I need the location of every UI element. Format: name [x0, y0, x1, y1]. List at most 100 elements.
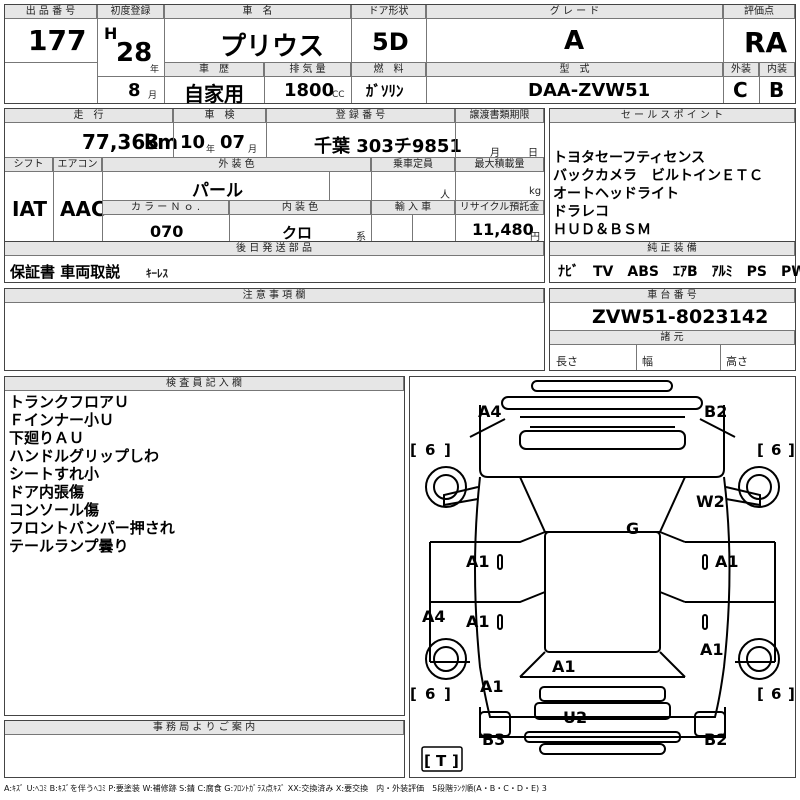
capacity-unit: 人	[440, 190, 450, 201]
mark-b2-top: B2	[704, 402, 727, 421]
inspector-line: シートすれ小	[9, 465, 100, 483]
mark-b3: B3	[482, 730, 505, 749]
office-label: 事 務 局 よ り ご 案 内	[5, 721, 404, 735]
spec-label: 諸 元	[550, 331, 795, 345]
exterior-score: C	[733, 78, 748, 102]
inspector-label: 検 査 員 記 入 欄	[5, 377, 404, 391]
reg-month: 8	[128, 80, 141, 101]
sales-line: ＨＵＤ＆ＢＳＭ	[553, 222, 651, 238]
score: RA	[744, 26, 788, 59]
displacement: 1800	[284, 80, 335, 101]
import-label: 輸 入 車	[372, 201, 455, 215]
color-label: 外 装 色	[103, 158, 371, 172]
colorno: 070	[150, 222, 184, 241]
score-label: 評価点	[724, 5, 795, 19]
later-parts-label: 後 日 発 送 部 品	[5, 242, 544, 256]
recycle-label: リサイクル預託金	[456, 201, 544, 215]
spare-bracket-close: ]	[452, 752, 459, 770]
mark-a4-left: A4	[422, 607, 446, 626]
interior-score: B	[769, 78, 785, 102]
insp-month-unit: 月	[248, 145, 258, 155]
reg-year: 28	[116, 38, 153, 68]
history: 自家用	[184, 82, 244, 106]
tire-rf: 6	[771, 441, 781, 459]
mark-g: G	[626, 519, 639, 538]
sales-line: トヨタセーフティセンス	[553, 150, 706, 166]
first-reg-label: 初度登録	[98, 5, 164, 19]
inspector-line: ハンドルグリップしわ	[9, 447, 160, 465]
tire-rr: 6	[771, 685, 781, 703]
inspector-list: トランクフロアＵ Ｆインナー小Ｕ 下廻りＡＵ ハンドルグリップしわ シートすれ小…	[9, 393, 175, 555]
displacement-label: 排 気 量	[265, 63, 351, 77]
notes-label: 注 意 事 項 欄	[5, 289, 544, 303]
sales-label: セ ー ル ス ポ イ ン ト	[550, 109, 795, 123]
spec-length: 長さ	[556, 355, 578, 368]
intcolor-label: 内 装 色	[230, 201, 371, 215]
fuel: ｶﾞｿﾘﾝ	[366, 82, 404, 100]
chassis-label: 車 台 番 号	[550, 289, 795, 303]
inspector-line: ドア内張傷	[9, 483, 85, 501]
model-label: 型 式	[427, 63, 723, 77]
colorno-label: カ ラ ー Ｎ ｏ .	[103, 201, 229, 215]
tire-lr: 6	[425, 685, 435, 703]
door: 5D	[372, 28, 409, 56]
intcolor: クロ	[282, 224, 313, 242]
transfer-label: 譲渡書類期限	[456, 109, 544, 123]
later-parts-small: ｷｰﾚｽ	[146, 267, 168, 280]
car-name: プリウス	[220, 32, 325, 62]
damage-diagram: A4 B2 W2 G A1 A1 A4 A1 A1 A1 A1 U2 B3 B2…	[409, 376, 796, 778]
inspector-line: フロントバンパー押され	[9, 519, 175, 537]
inspector-line: トランクフロアＵ	[9, 393, 130, 411]
mark-w2: W2	[696, 492, 725, 511]
mark-a1-right-upper: A1	[715, 552, 739, 571]
legend-text: A:ｷｽﾞ U:ﾍｺﾐ B:ｷｽﾞを伴うﾍｺﾐ P:要塗装 W:補修跡 S:錆 …	[4, 784, 547, 793]
tire-rr-bracket-close: ]	[788, 685, 795, 703]
mark-b2-bottom: B2	[704, 730, 727, 749]
mark-u2: U2	[563, 708, 587, 727]
tire-lf: 6	[425, 441, 435, 459]
later-parts-items: 保証書 車両取説	[10, 263, 121, 281]
capacity-label: 乗車定員	[372, 158, 455, 172]
sales-line: バックカメラ ビルトインＥＴＣ	[553, 168, 763, 184]
grade: A	[564, 26, 585, 56]
recycle: 11,480	[472, 220, 534, 239]
equipment-label: 純 正 装 備	[550, 242, 795, 256]
spec-height: 高さ	[726, 355, 748, 368]
detail-section	[4, 108, 545, 242]
chassis-number: ZVW51-8023142	[592, 306, 769, 328]
sales-line: ドラレコ	[553, 204, 609, 220]
color: パール	[192, 181, 243, 201]
tire-rf-bracket: [	[757, 441, 764, 459]
mark-a1-right-lower: A1	[700, 640, 724, 659]
spec-width: 幅	[642, 355, 653, 368]
plate: 千葉 303チ9851	[314, 136, 462, 157]
sales-line: オートヘッドライト	[553, 186, 679, 202]
shift-label: シフト	[5, 158, 53, 172]
tire-lf-bracket: [	[410, 441, 417, 459]
insp-year-unit: 年	[206, 145, 216, 155]
ac: AAC	[60, 197, 106, 221]
mark-a1-left-lower: A1	[466, 612, 490, 631]
history-label: 車 歴	[165, 63, 264, 77]
tire-lf-bracket-close: ]	[444, 441, 451, 459]
model: DAA-ZVW51	[528, 80, 651, 101]
tire-lr-bracket-close: ]	[444, 685, 451, 703]
fuel-label: 燃 料	[352, 63, 426, 77]
mileage-label: 走 行	[5, 109, 173, 123]
equipment-items: ﾅﾋﾞ TV ABS ｴｱB ｱﾙﾐ PS PW	[558, 264, 800, 280]
spare-bracket: [	[424, 752, 431, 770]
inspector-line: コンソール傷	[9, 501, 100, 519]
ac-label: エアコン	[54, 158, 102, 172]
shift: IAT	[12, 197, 48, 221]
inspector-line: テールランプ曇り	[9, 537, 129, 555]
mark-a1-left-upper: A1	[466, 552, 490, 571]
spare: T	[436, 752, 447, 770]
mark-a1-center: A1	[552, 657, 576, 676]
inspector-line: Ｆインナー小Ｕ	[9, 411, 115, 429]
door-label: ドア形状	[352, 5, 426, 19]
insp-month: 07	[220, 132, 246, 153]
exterior-label: 外装	[724, 63, 759, 77]
car-name-label: 車 名	[165, 5, 351, 19]
reg-year-unit: 年	[150, 65, 160, 75]
tire-rr-bracket: [	[757, 685, 764, 703]
